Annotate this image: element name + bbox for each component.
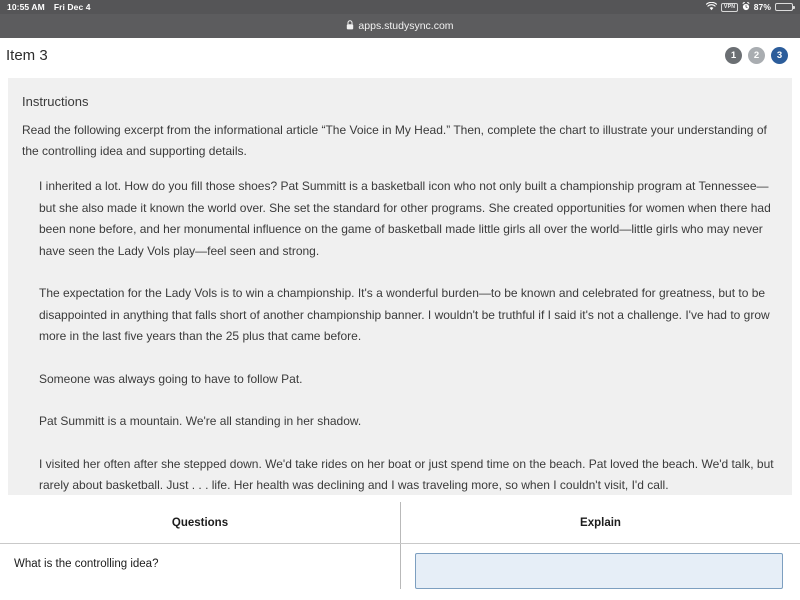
lock-icon	[346, 19, 354, 33]
excerpt-paragraph: I visited her often after she stepped do…	[39, 456, 774, 493]
app-header: Item 3 1 2 3	[0, 38, 800, 74]
response-chart: Questions Explain What is the controllin…	[0, 502, 800, 589]
battery-icon	[775, 2, 795, 12]
status-time: 10:55 AM	[7, 2, 45, 12]
url-text: apps.studysync.com	[358, 20, 454, 32]
answer-cell	[400, 544, 800, 589]
excerpt-paragraph: Someone was always going to have to foll…	[39, 371, 303, 386]
status-bar-left: 10:55 AM Fri Dec 4	[7, 2, 91, 12]
pager-dot-2-label: 2	[753, 49, 760, 61]
pager-dot-1[interactable]: 1	[725, 47, 742, 64]
instructions-body: Read the following excerpt from the info…	[22, 123, 767, 158]
excerpt-paragraph: Pat Summitt is a mountain. We're all sta…	[39, 414, 362, 428]
pager-dot-1-label: 1	[730, 49, 737, 61]
status-date: Fri Dec 4	[53, 2, 91, 12]
answer-input[interactable]	[415, 553, 783, 589]
excerpt-paragraph: I inherited a lot. How do you fill those…	[39, 179, 771, 258]
excerpt-paragraph: The expectation for the Lady Vols is to …	[39, 286, 770, 343]
alarm-clock-icon	[742, 1, 750, 13]
status-bar-right: VPN 87%	[706, 1, 795, 13]
pager-dot-2[interactable]: 2	[748, 47, 765, 64]
pager-dot-3-label: 3	[776, 49, 783, 61]
browser-url-bar[interactable]: apps.studysync.com	[0, 14, 800, 38]
table-row: What is the controlling idea?	[0, 544, 800, 589]
page-title: Item 3	[6, 47, 48, 64]
battery-percent-label: 87%	[753, 2, 771, 12]
pager-dot-3[interactable]: 3	[771, 47, 788, 64]
chart-header-row: Questions Explain	[0, 502, 800, 544]
question-cell: What is the controlling idea?	[14, 558, 159, 570]
ios-status-bar: 10:55 AM Fri Dec 4 VPN 87%	[0, 0, 800, 14]
instructions-heading: Instructions	[22, 94, 89, 109]
instructions-panel: Instructions Read the following excerpt …	[8, 78, 792, 495]
article-excerpt: I inherited a lot. How do you fill those…	[22, 176, 778, 497]
column-header-questions: Questions	[171, 516, 229, 529]
vpn-badge: VPN	[721, 2, 738, 12]
column-header-explain: Explain	[400, 502, 800, 543]
wifi-icon	[706, 1, 718, 13]
pager-nav: 1 2 3	[725, 47, 788, 64]
